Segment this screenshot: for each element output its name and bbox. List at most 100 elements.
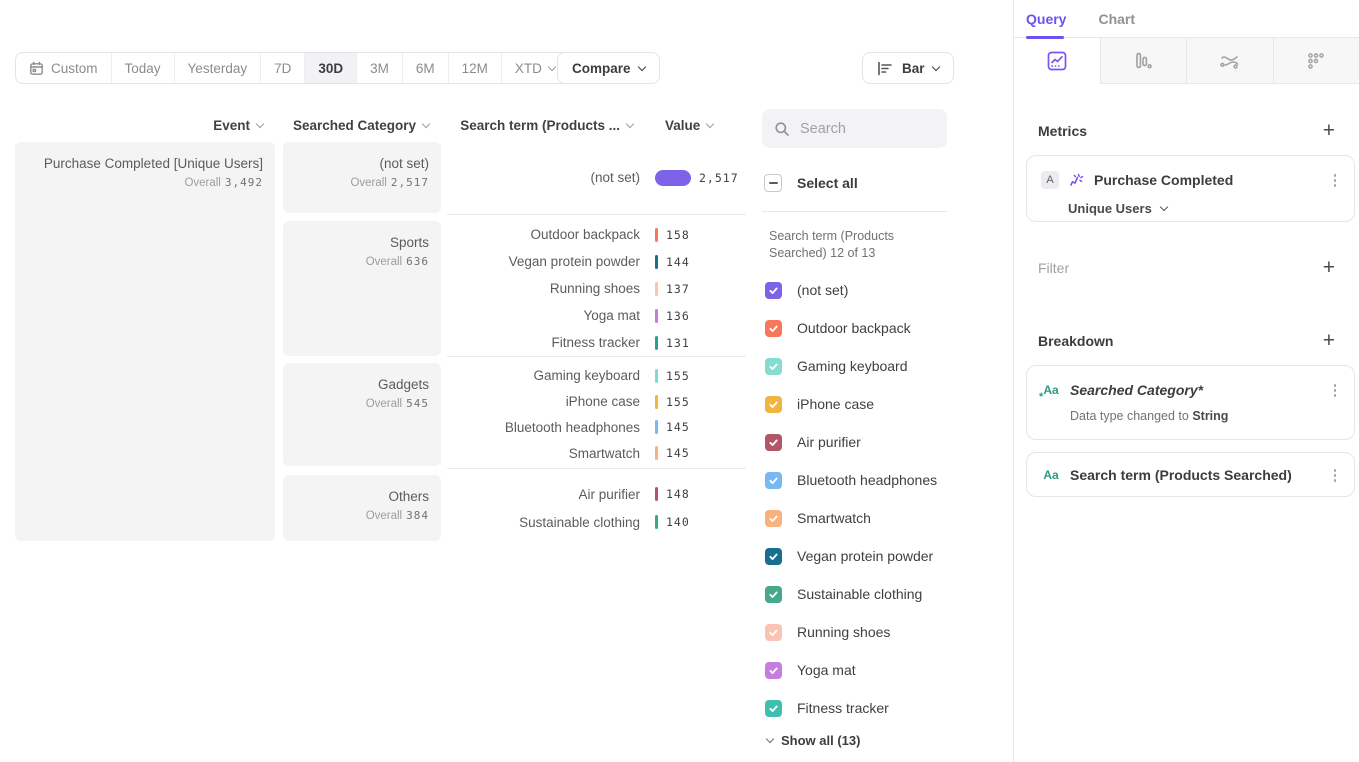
tab-insights[interactable]	[1014, 38, 1101, 84]
category-name: (not set)	[350, 156, 429, 171]
kebab-menu-icon[interactable]	[1330, 380, 1341, 401]
term-label: Sustainable clothing	[447, 515, 640, 530]
term-label: iPhone case	[447, 394, 640, 409]
search-input[interactable]	[800, 121, 930, 137]
kebab-menu-icon[interactable]	[1330, 170, 1341, 191]
query-panel: Query Chart	[1013, 0, 1359, 762]
tab-query[interactable]: Query	[1026, 11, 1066, 27]
group-divider	[447, 468, 746, 469]
term-rows-group: Outdoor backpack 158 Vegan protein powde…	[447, 221, 747, 356]
term-value: 145	[666, 420, 690, 434]
checkbox-checked[interactable]	[765, 320, 782, 337]
checkbox-checked[interactable]	[765, 282, 782, 299]
report-type-tabs	[1014, 38, 1359, 84]
legend-item-gaming-keyboard[interactable]: Gaming keyboard	[765, 347, 1005, 385]
kebab-menu-icon[interactable]	[1330, 465, 1341, 486]
category-card[interactable]: (not set) Overall2,517	[283, 142, 441, 213]
range-button-custom[interactable]: Custom	[16, 53, 111, 83]
tab-chart[interactable]: Chart	[1098, 11, 1135, 27]
term-row[interactable]: Sustainable clothing 140	[447, 508, 747, 536]
category-card[interactable]: Others Overall384	[283, 475, 441, 541]
breakdown-card-searched-category[interactable]: Aa* Searched Category* Data type changed…	[1026, 365, 1355, 440]
breakdown-card-search-term[interactable]: Aa Search term (Products Searched)	[1026, 452, 1355, 497]
event-card[interactable]: Purchase Completed [Unique Users] Overal…	[15, 142, 275, 541]
term-row[interactable]: Yoga mat 136	[447, 302, 747, 329]
legend-item-smartwatch[interactable]: Smartwatch	[765, 499, 1005, 537]
term-value: 158	[666, 228, 690, 242]
tab-funnels[interactable]	[1101, 38, 1187, 84]
column-header-event[interactable]: Event	[15, 117, 263, 133]
metric-card[interactable]: A Purchase Completed Unique Users	[1026, 155, 1355, 222]
checkbox-checked[interactable]	[765, 396, 782, 413]
tab-retention[interactable]	[1273, 38, 1359, 84]
legend-item-yoga-mat[interactable]: Yoga mat	[765, 651, 1005, 689]
metrics-heading: Metrics	[1038, 123, 1087, 139]
legend-item-iphone-case[interactable]: iPhone case	[765, 385, 1005, 423]
checkbox-checked[interactable]	[765, 434, 782, 451]
chevron-down-icon	[422, 119, 430, 127]
column-header-searched-category[interactable]: Searched Category	[283, 117, 429, 133]
checkbox-checked[interactable]	[765, 700, 782, 717]
range-button-12m[interactable]: 12M	[448, 53, 501, 83]
add-filter-button[interactable]: +	[1319, 255, 1339, 280]
term-row[interactable]: (not set) 2,517	[447, 164, 747, 192]
legend-item-fitness-tracker[interactable]: Fitness tracker	[765, 689, 1005, 727]
legend-item-air-purifier[interactable]: Air purifier	[765, 423, 1005, 461]
term-row[interactable]: Smartwatch 145	[447, 440, 747, 466]
category-card[interactable]: Gadgets Overall545	[283, 363, 441, 466]
term-row[interactable]: Vegan protein powder 144	[447, 248, 747, 275]
category-name: Others	[366, 489, 429, 504]
value-bar: 144	[655, 255, 690, 269]
legend-search[interactable]	[762, 109, 947, 148]
group-divider	[447, 214, 746, 215]
measure-selector[interactable]: Unique Users	[1027, 191, 1354, 230]
checkbox-checked[interactable]	[765, 586, 782, 603]
range-button-6m[interactable]: 6M	[402, 53, 448, 83]
select-all[interactable]: Select all	[764, 174, 858, 192]
legend-item-sustainable-clothing[interactable]: Sustainable clothing	[765, 575, 1005, 613]
select-all-checkbox[interactable]	[764, 174, 782, 192]
legend-item-bluetooth-headphones[interactable]: Bluetooth headphones	[765, 461, 1005, 499]
range-button-3m[interactable]: 3M	[356, 53, 402, 83]
range-button-today[interactable]: Today	[111, 53, 174, 83]
term-label: Fitness tracker	[447, 335, 640, 350]
legend-item--not-set-[interactable]: (not set)	[765, 271, 1005, 309]
checkbox-checked[interactable]	[765, 662, 782, 679]
term-label: Yoga mat	[447, 308, 640, 323]
string-type-icon: Aa*	[1041, 381, 1061, 399]
compare-button[interactable]: Compare	[557, 52, 660, 84]
checkbox-checked[interactable]	[765, 548, 782, 565]
term-row[interactable]: iPhone case 155	[447, 389, 747, 415]
add-metric-button[interactable]: +	[1319, 118, 1339, 143]
checkbox-checked[interactable]	[765, 358, 782, 375]
term-row[interactable]: Bluetooth headphones 145	[447, 415, 747, 441]
term-value: 155	[666, 395, 690, 409]
column-header-value[interactable]: Value	[665, 117, 723, 133]
term-row[interactable]: Fitness tracker 131	[447, 329, 747, 356]
checkbox-checked[interactable]	[765, 510, 782, 527]
range-button-30d[interactable]: 30D	[304, 53, 356, 83]
range-button-7d[interactable]: 7D	[260, 53, 304, 83]
term-row[interactable]: Gaming keyboard 155	[447, 363, 747, 389]
term-row[interactable]: Air purifier 148	[447, 480, 747, 508]
term-row[interactable]: Running shoes 137	[447, 275, 747, 302]
filter-heading: Filter	[1038, 260, 1069, 276]
add-breakdown-button[interactable]: +	[1319, 328, 1339, 353]
legend-item-vegan-protein-powder[interactable]: Vegan protein powder	[765, 537, 1005, 575]
chevron-down-icon	[706, 119, 714, 127]
term-row[interactable]: Outdoor backpack 158	[447, 221, 747, 248]
tab-flows[interactable]	[1186, 38, 1273, 84]
checkbox-checked[interactable]	[765, 624, 782, 641]
checkbox-checked[interactable]	[765, 472, 782, 489]
legend-item-running-shoes[interactable]: Running shoes	[765, 613, 1005, 651]
legend-item-label: iPhone case	[797, 396, 874, 412]
term-value: 137	[666, 282, 690, 296]
metric-event-name: Purchase Completed	[1094, 172, 1321, 188]
range-button-yesterday[interactable]: Yesterday	[174, 53, 261, 83]
show-all-button[interactable]: Show all (13)	[767, 733, 860, 748]
category-card[interactable]: Sports Overall636	[283, 221, 441, 356]
legend-item-outdoor-backpack[interactable]: Outdoor backpack	[765, 309, 1005, 347]
event-sparkle-icon	[1068, 172, 1085, 189]
column-header-search-term[interactable]: Search term (Products ...	[447, 117, 633, 133]
value-bar: 131	[655, 336, 690, 350]
